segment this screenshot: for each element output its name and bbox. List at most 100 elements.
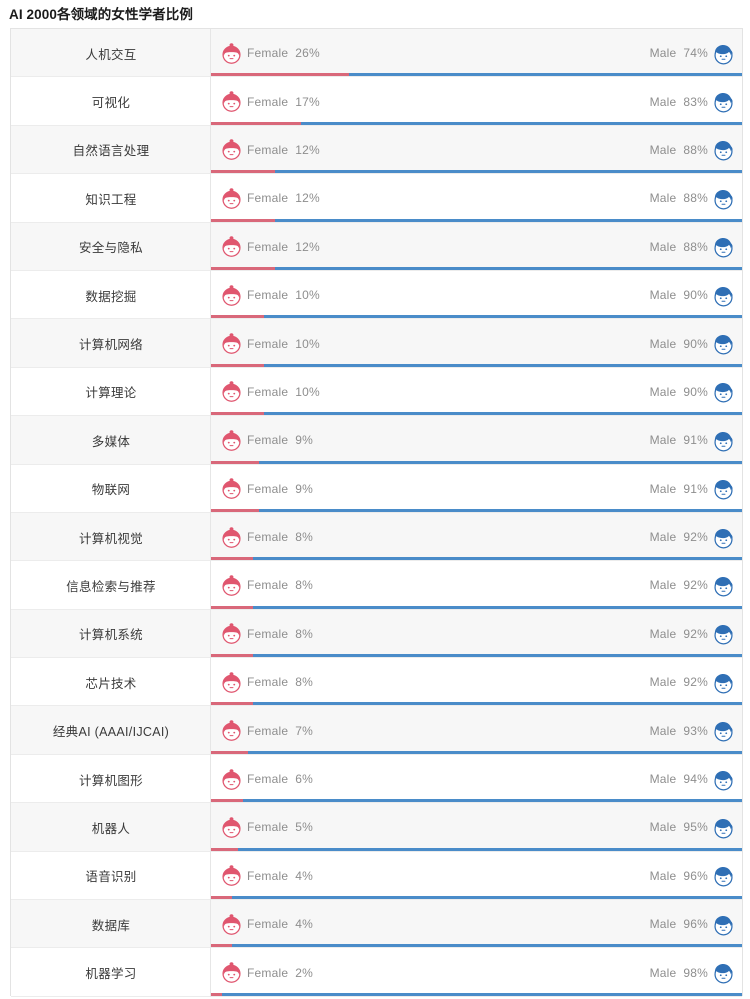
- field-label: 机器学习: [85, 967, 137, 982]
- field-label-cell: 数据库: [11, 900, 211, 949]
- ratio-bar-cell: Female 12% Male 88%: [211, 223, 742, 271]
- female-legend: Female 10%: [219, 379, 320, 405]
- female-legend: Female 4%: [219, 863, 313, 889]
- female-legend-label: Female: [247, 965, 289, 980]
- table-row: 计算理论 Female 10% Male 90%: [11, 367, 742, 417]
- male-legend: Male 90%: [650, 379, 736, 405]
- field-label: 计算机视觉: [78, 531, 143, 546]
- female-legend-label: Female: [247, 578, 289, 593]
- field-label: 知识工程: [85, 192, 137, 207]
- female-legend-label: Female: [247, 46, 289, 61]
- male-percent: 83%: [683, 94, 708, 109]
- female-percent: 17%: [295, 94, 320, 109]
- female-legend-label: Female: [247, 288, 289, 303]
- field-label-cell: 多媒体: [11, 416, 211, 465]
- table-row: 语音识别 Female 4% Male 96%: [11, 851, 742, 901]
- female-legend: Female 8%: [219, 572, 313, 598]
- male-avatar-icon: [714, 964, 733, 984]
- field-label-cell: 机器人: [11, 803, 211, 853]
- male-percent: 96%: [683, 917, 708, 932]
- male-legend-label: Male: [649, 772, 677, 787]
- ratio-bar-cell: Female 5% Male 95%: [211, 803, 742, 852]
- female-legend: Female 2%: [219, 960, 313, 986]
- table-row: 数据挖掘 Female 10% Male 90%: [11, 270, 742, 320]
- female-percent: 12%: [295, 142, 320, 157]
- male-percent: 94%: [683, 772, 708, 787]
- field-label-cell: 人机交互: [11, 29, 211, 78]
- field-label-cell: 物联网: [11, 464, 211, 514]
- table-row: 芯片技术 Female 8% Male 92%: [11, 658, 742, 707]
- table-row: 可视化 Female 17% Male 83%: [11, 77, 742, 127]
- male-avatar-icon: [714, 867, 733, 887]
- male-percent: 88%: [683, 239, 708, 254]
- male-legend: Male 74%: [650, 40, 736, 66]
- female-avatar-icon: [222, 236, 241, 258]
- male-avatar-icon: [714, 141, 733, 161]
- ratio-bar-cell: Female 4% Male 96%: [211, 900, 742, 949]
- female-avatar-icon: [222, 42, 241, 64]
- male-legend-label: Male: [649, 384, 677, 399]
- female-percent: 4%: [295, 868, 313, 883]
- male-legend: Male 94%: [650, 766, 736, 792]
- ratio-bar-cell: Female 26% Male 74%: [211, 29, 742, 78]
- male-legend-label: Male: [649, 675, 677, 690]
- table-row: 信息检索与推荐 Female 8% Male 92%: [11, 561, 742, 611]
- field-label-cell: 计算机网络: [11, 319, 211, 369]
- field-label: 数据库: [91, 918, 131, 933]
- male-percent: 92%: [683, 530, 708, 545]
- female-legend-label: Female: [247, 433, 289, 448]
- female-avatar-icon: [222, 91, 241, 112]
- female-legend-label: Female: [247, 772, 289, 787]
- female-avatar-icon: [222, 188, 241, 209]
- male-legend-label: Male: [649, 820, 677, 835]
- female-legend-label: Female: [247, 820, 289, 835]
- female-legend: Female 7%: [219, 718, 313, 744]
- male-avatar-icon: [714, 431, 733, 452]
- ratio-bar-cell: Female 17% Male 83%: [211, 77, 742, 126]
- male-avatar-icon: [714, 286, 733, 307]
- table-row: 计算机系统 Female 8% Male 92%: [11, 609, 742, 659]
- male-avatar-icon: [714, 383, 733, 403]
- male-avatar-icon: [714, 238, 733, 258]
- male-legend: Male 90%: [650, 282, 736, 308]
- female-legend: Female 12%: [219, 234, 320, 260]
- male-avatar-icon: [714, 189, 733, 210]
- male-avatar-icon: [714, 577, 733, 597]
- field-label: 人机交互: [85, 47, 137, 62]
- field-label: 计算机图形: [78, 773, 143, 788]
- male-avatar-icon: [714, 625, 733, 645]
- male-legend-label: Male: [649, 578, 677, 593]
- field-label: 机器人: [91, 821, 131, 836]
- female-bar-segment: [211, 992, 222, 997]
- female-legend: Female 5%: [219, 814, 313, 840]
- field-label: 信息检索与推荐: [66, 579, 156, 594]
- male-percent: 93%: [683, 723, 708, 738]
- field-label: 多媒体: [91, 434, 131, 449]
- ratio-bar-cell: Female 7% Male 93%: [211, 706, 742, 755]
- female-percent: 2%: [295, 965, 313, 980]
- female-percent: 8%: [295, 578, 313, 593]
- male-legend-label: Male: [649, 46, 677, 61]
- table-row: 机器人 Female 5% Male 95%: [11, 803, 742, 853]
- male-percent: 90%: [683, 288, 708, 303]
- field-label: 计算机网络: [78, 338, 143, 353]
- field-label: 计算理论: [85, 386, 137, 401]
- table-row: 机器学习 Female 2% Male 98%: [11, 948, 742, 998]
- field-label-cell: 自然语言处理: [11, 125, 211, 175]
- female-legend-label: Female: [247, 675, 289, 690]
- female-legend: Female 9%: [219, 427, 313, 453]
- female-percent: 12%: [295, 239, 320, 254]
- ratio-bar-cell: Female 10% Male 90%: [211, 368, 742, 417]
- female-percent: 8%: [295, 530, 313, 545]
- ratio-bar-cell: Female 10% Male 90%: [211, 271, 742, 320]
- table-row: 自然语言处理 Female 12% Male 88%: [11, 125, 742, 175]
- male-avatar-icon: [714, 335, 733, 355]
- ratio-bar-cell: Female 4% Male 96%: [211, 852, 742, 901]
- female-percent: 7%: [295, 723, 313, 738]
- field-label-cell: 机器学习: [11, 948, 211, 998]
- female-legend: Female 8%: [219, 621, 313, 647]
- male-percent: 88%: [683, 191, 708, 206]
- female-legend-label: Female: [247, 142, 289, 157]
- male-avatar-icon: [714, 93, 733, 113]
- female-legend: Female 10%: [219, 331, 320, 357]
